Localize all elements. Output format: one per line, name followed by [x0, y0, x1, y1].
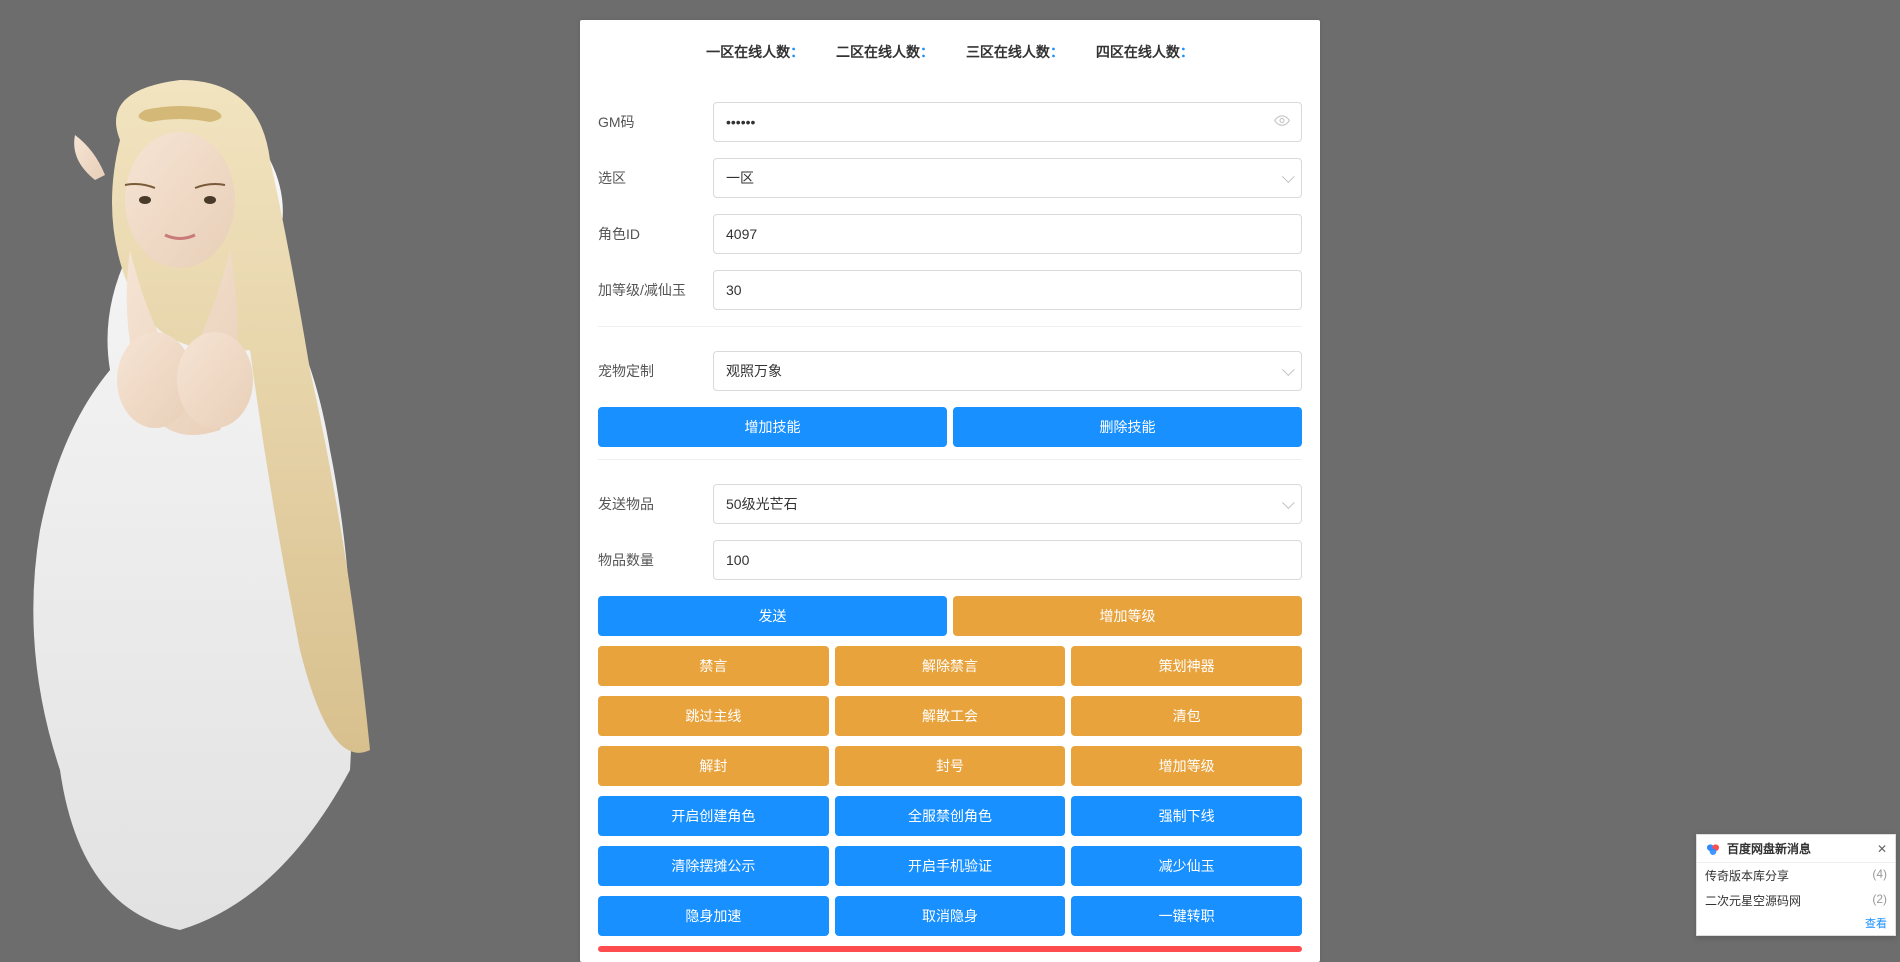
seal-button[interactable]: 封号: [835, 746, 1066, 786]
notification-title: 百度网盘新消息: [1727, 840, 1877, 857]
notification-more-link[interactable]: 查看: [1865, 918, 1887, 930]
add-level2-button[interactable]: 增加等级: [1071, 746, 1302, 786]
unseal-button[interactable]: 解封: [598, 746, 829, 786]
enable-create-button[interactable]: 开启创建角色: [598, 796, 829, 836]
eye-icon[interactable]: [1274, 113, 1290, 132]
baidu-pan-icon: [1705, 841, 1721, 857]
admin-panel: 一区在线人数： 二区在线人数： 三区在线人数： 四区在线人数： GM码 选区 一…: [580, 20, 1320, 962]
pet-select[interactable]: 观照万象: [713, 351, 1302, 391]
gm-code-label: GM码: [598, 112, 713, 132]
reduce-jade-button[interactable]: 减少仙玉: [1071, 846, 1302, 886]
baidu-notification-popup: 百度网盘新消息 ✕ 传奇版本库分享(4) 二次元星空源码网(2) 查看: [1696, 834, 1896, 936]
qty-label: 物品数量: [598, 550, 713, 570]
item-label: 发送物品: [598, 494, 713, 514]
add-level-button[interactable]: 增加等级: [953, 596, 1302, 636]
enable-phone-button[interactable]: 开启手机验证: [835, 846, 1066, 886]
item-select[interactable]: 50级光芒石: [713, 484, 1302, 524]
disband-guild-button[interactable]: 解散工会: [835, 696, 1066, 736]
zone2-stat: 二区在线人数：: [836, 44, 934, 60]
add-skill-button[interactable]: 增加技能: [598, 407, 947, 447]
level-label: 加等级/减仙玉: [598, 280, 713, 300]
gm-code-input[interactable]: [713, 102, 1302, 142]
zone4-stat: 四区在线人数：: [1096, 44, 1194, 60]
zone1-stat: 一区在线人数：: [706, 44, 804, 60]
qty-input[interactable]: [713, 540, 1302, 580]
notification-item[interactable]: 传奇版本库分享(4): [1697, 863, 1895, 888]
skip-main-button[interactable]: 跳过主线: [598, 696, 829, 736]
zone3-stat: 三区在线人数：: [966, 44, 1064, 60]
clear-bag-button[interactable]: 清包: [1071, 696, 1302, 736]
ban-create-button[interactable]: 全服禁创角色: [835, 796, 1066, 836]
online-stats-header: 一区在线人数： 二区在线人数： 三区在线人数： 四区在线人数：: [580, 20, 1320, 84]
notification-item[interactable]: 二次元星空源码网(2): [1697, 888, 1895, 913]
delete-skill-button[interactable]: 删除技能: [953, 407, 1302, 447]
close-icon[interactable]: ✕: [1877, 842, 1887, 856]
role-id-label: 角色ID: [598, 224, 713, 244]
zone-label: 选区: [598, 168, 713, 188]
plan-artifact-button[interactable]: 策划神器: [1071, 646, 1302, 686]
unmute-button[interactable]: 解除禁言: [835, 646, 1066, 686]
level-input[interactable]: [713, 270, 1302, 310]
clear-stall-button[interactable]: 清除摆摊公示: [598, 846, 829, 886]
background-character-art: [0, 50, 380, 950]
partial-red-button[interactable]: [598, 946, 1302, 952]
role-id-input[interactable]: [713, 214, 1302, 254]
send-button[interactable]: 发送: [598, 596, 947, 636]
mute-button[interactable]: 禁言: [598, 646, 829, 686]
stealth-speed-button[interactable]: 隐身加速: [598, 896, 829, 936]
force-offline-button[interactable]: 强制下线: [1071, 796, 1302, 836]
zone-select[interactable]: 一区: [713, 158, 1302, 198]
pet-label: 宠物定制: [598, 361, 713, 381]
one-key-transfer-button[interactable]: 一键转职: [1071, 896, 1302, 936]
cancel-stealth-button[interactable]: 取消隐身: [835, 896, 1066, 936]
